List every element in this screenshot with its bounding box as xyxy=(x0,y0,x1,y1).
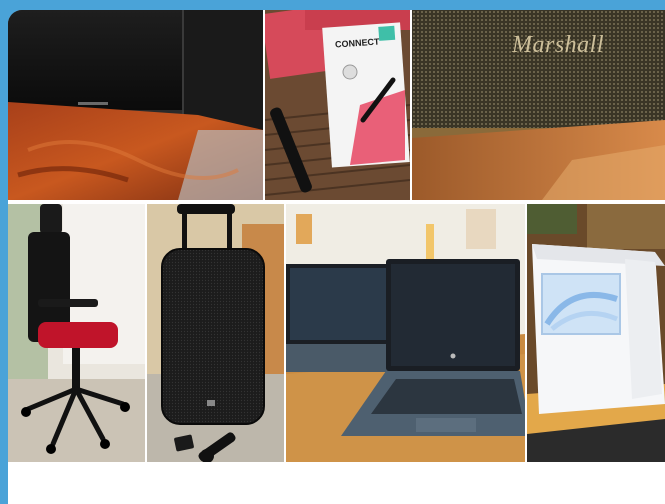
office-chair-photo xyxy=(8,204,145,462)
collage-bottom-margin xyxy=(8,462,665,504)
photo-collage-card: CONNECT Marshall xyxy=(8,10,665,504)
connect-it-presenter-box-photo: CONNECT xyxy=(265,10,410,200)
speaker-on-wooden-desk-photo xyxy=(8,10,263,200)
marshall-speaker-photo: Marshall xyxy=(412,10,665,200)
imac-box-photo xyxy=(527,204,665,462)
two-laptops-photo xyxy=(286,204,525,462)
marshall-logo-text: Marshall xyxy=(512,32,605,58)
portable-party-speaker-photo xyxy=(147,204,284,462)
